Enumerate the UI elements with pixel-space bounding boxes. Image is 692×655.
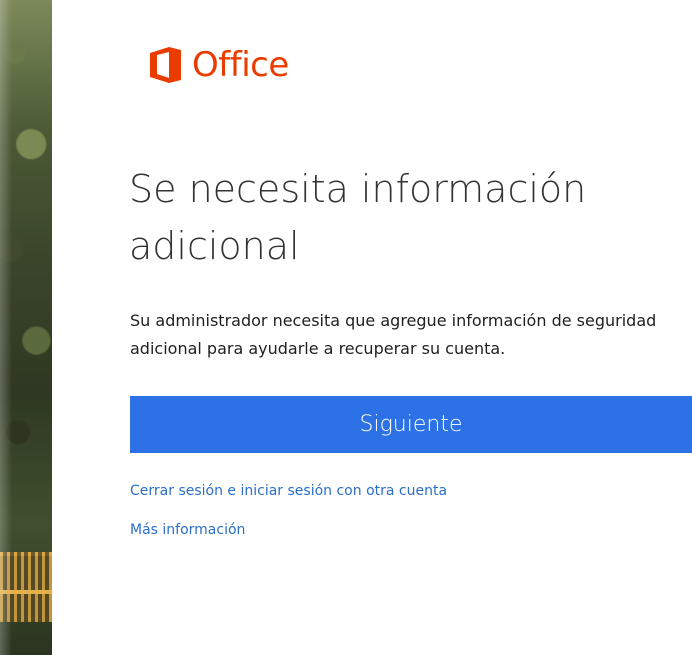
office-brand-name: Office xyxy=(192,45,289,85)
office-logo: Office xyxy=(149,45,289,85)
next-button[interactable]: Siguiente xyxy=(130,396,692,453)
background-edge-highlight xyxy=(0,0,12,655)
page-title: Se necesita información adicional xyxy=(129,167,587,268)
more-info-link[interactable]: Más información xyxy=(130,520,245,540)
signout-other-account-link[interactable]: Cerrar sesión e iniciar sesión con otra … xyxy=(130,481,447,501)
background-image-strip xyxy=(0,0,52,655)
office-logo-icon xyxy=(150,47,181,83)
page-description: Su administrador necesita que agregue in… xyxy=(130,311,657,358)
